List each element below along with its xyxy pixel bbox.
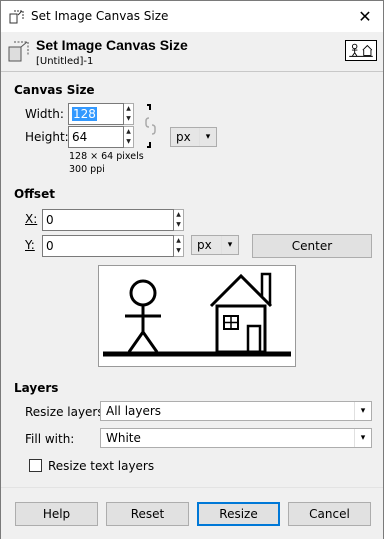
width-label-text: Width: (25, 107, 64, 121)
offset-y-input[interactable]: 0 (42, 235, 174, 257)
offset-y-value: 0 (46, 239, 54, 253)
help-button[interactable]: Help (15, 502, 98, 526)
height-input[interactable]: 64 (68, 126, 124, 148)
image-name: [Untitled]-1 (36, 56, 94, 67)
width-spin-button[interactable]: ▲ ▼ (124, 103, 134, 125)
width-label: Width: (25, 107, 64, 121)
canvas-unit-select[interactable]: px ▾ (170, 127, 217, 147)
title-bar: Set Image Canvas Size ✕ (1, 1, 383, 32)
offset-y-spin-button[interactable]: ▲ ▼ (174, 235, 184, 257)
window-title: Set Image Canvas Size (31, 9, 169, 23)
resize-button[interactable]: Resize (197, 502, 280, 526)
canvas-unit-value: px (176, 130, 191, 144)
close-button[interactable]: ✕ (347, 1, 383, 32)
resolution-info: 300 ppi (69, 164, 105, 175)
spin-up-icon[interactable]: ▲ (124, 104, 133, 114)
y-label-text: Y: (25, 238, 35, 252)
chevron-down-icon: ▾ (354, 429, 371, 447)
spin-down-icon[interactable]: ▼ (124, 114, 133, 124)
spin-up-icon[interactable]: ▲ (174, 210, 183, 220)
spin-down-icon[interactable]: ▼ (174, 246, 183, 256)
resize-text-layers-checkbox[interactable] (29, 459, 42, 472)
fill-with-select[interactable]: White ▾ (100, 428, 372, 448)
offset-x-spin-button[interactable]: ▲ ▼ (174, 209, 184, 231)
x-label: X: (25, 212, 37, 226)
canvas-size-icon (8, 41, 29, 62)
offset-x-value: 0 (46, 213, 54, 227)
width-input[interactable]: 128 (68, 103, 124, 125)
offset-section-title: Offset (14, 187, 55, 201)
spin-up-icon[interactable]: ▲ (124, 127, 133, 137)
x-label-text: X: (25, 212, 38, 226)
center-button[interactable]: Center (252, 234, 372, 258)
gimp-canvas-icon (9, 10, 24, 24)
width-value: 128 (72, 107, 97, 121)
offset-unit-select[interactable]: px ▾ (191, 235, 239, 255)
spin-down-icon[interactable]: ▼ (174, 220, 183, 230)
y-label: Y: (25, 238, 35, 252)
canvas-preview[interactable] (98, 265, 296, 367)
header-separator (1, 71, 383, 72)
chevron-down-icon: ▾ (221, 236, 238, 254)
image-thumbnail (345, 40, 377, 61)
chevron-down-icon: ▾ (199, 128, 216, 146)
resize-layers-label: Resize layers: (25, 405, 108, 419)
spin-down-icon[interactable]: ▼ (124, 137, 133, 147)
chain-link-icon[interactable] (141, 103, 161, 149)
cancel-button[interactable]: Cancel (288, 502, 371, 526)
canvas-size-section-title: Canvas Size (14, 83, 95, 97)
offset-x-input[interactable]: 0 (42, 209, 174, 231)
header-title: Set Image Canvas Size (36, 37, 188, 53)
offset-unit-value: px (197, 238, 212, 252)
pixel-size-info: 128 × 64 pixels (69, 151, 144, 162)
resize-text-layers-label[interactable]: Resize text layers (48, 459, 154, 473)
height-label: Height: (25, 130, 69, 144)
reset-button[interactable]: Reset (106, 502, 189, 526)
fill-with-label: Fill with: (25, 432, 75, 446)
height-value: 64 (72, 130, 88, 144)
footer-separator (1, 487, 383, 488)
height-label-text: Height: (25, 130, 69, 144)
preview-image (103, 272, 291, 357)
layers-section-title: Layers (14, 381, 59, 395)
resize-layers-select[interactable]: All layers ▾ (100, 401, 372, 421)
spin-up-icon[interactable]: ▲ (174, 236, 183, 246)
chevron-down-icon: ▾ (354, 402, 371, 420)
resize-layers-value: All layers (106, 404, 162, 418)
height-spin-button[interactable]: ▲ ▼ (124, 126, 134, 148)
dialog-window: Set Image Canvas Size ✕ Set Image Canvas… (0, 0, 384, 539)
fill-with-value: White (106, 431, 141, 445)
